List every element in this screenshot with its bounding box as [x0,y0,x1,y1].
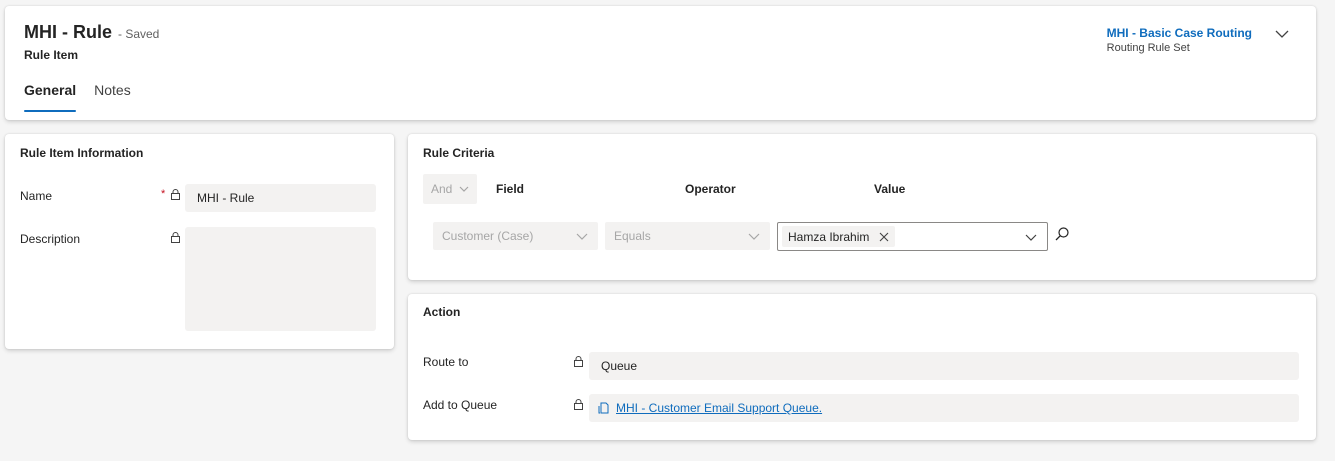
field-dropdown[interactable]: Customer (Case) [433,222,598,250]
lock-icon [171,232,180,243]
queue-link[interactable]: MHI - Customer Email Support Queue. [598,401,822,415]
operator-dropdown[interactable]: Equals [605,222,770,250]
section-title: Action [423,305,461,319]
expand-header-chevron-icon[interactable] [1272,24,1292,44]
required-indicator: * [161,188,166,200]
selected-value-tag: Hamza Ibrahim [782,226,896,247]
tab-general[interactable]: General [24,82,77,112]
chevron-down-icon [576,233,588,240]
route-to-field[interactable]: Queue [589,352,1299,380]
and-label: And [431,182,453,196]
save-status: - Saved [118,27,160,41]
operator-dropdown-value: Equals [614,229,651,243]
page-title: MHI - Rule [24,22,112,42]
rule-criteria-section: Rule Criteria And Field Operator Value C… [408,134,1316,280]
section-title: Rule Criteria [423,146,495,160]
selected-value-label: Hamza Ibrahim [788,229,870,244]
title-row: MHI - Rule - Saved [24,22,159,43]
ruleset-field: MHI - Basic Case Routing Routing Rule Se… [1107,26,1252,54]
lock-icon [574,399,583,410]
entity-name: Rule Item [24,48,79,62]
remove-tag-close-icon[interactable] [879,232,889,242]
add-to-queue-field: MHI - Customer Email Support Queue. [589,394,1299,422]
tab-notes[interactable]: Notes [94,82,131,106]
description-textarea[interactable] [185,227,376,331]
ruleset-type-label: Routing Rule Set [1106,42,1190,54]
search-icon[interactable] [1054,226,1070,242]
tab-list: General Notes [24,82,131,112]
queue-record-icon [598,402,609,414]
action-section: Action Route to Queue Add to Queue MHI -… [408,294,1316,440]
field-dropdown-value: Customer (Case) [442,229,534,243]
name-label: Name [20,189,53,203]
add-to-queue-label: Add to Queue [423,398,498,412]
route-to-label: Route to [423,355,469,369]
chevron-down-icon [459,186,469,192]
record-header: MHI - Rule - Saved Rule Item General Not… [5,6,1316,120]
chevron-down-icon[interactable] [1025,232,1037,242]
name-input[interactable]: MHI - Rule [185,184,376,212]
description-label: Description [20,232,81,246]
value-column-header: Value [874,182,906,196]
lock-icon [574,356,583,367]
value-lookup-field[interactable]: Hamza Ibrahim [777,222,1048,251]
rule-item-information-section: Rule Item Information Name * MHI - Rule … [5,134,394,349]
operator-column-header: Operator [685,182,736,196]
section-title: Rule Item Information [20,146,144,160]
ruleset-link[interactable]: MHI - Basic Case Routing [1107,26,1252,40]
lock-icon [171,189,180,200]
and-or-dropdown[interactable]: And [423,174,477,204]
chevron-down-icon [748,233,760,240]
queue-link-label: MHI - Customer Email Support Queue. [616,401,823,415]
field-column-header: Field [496,182,525,196]
